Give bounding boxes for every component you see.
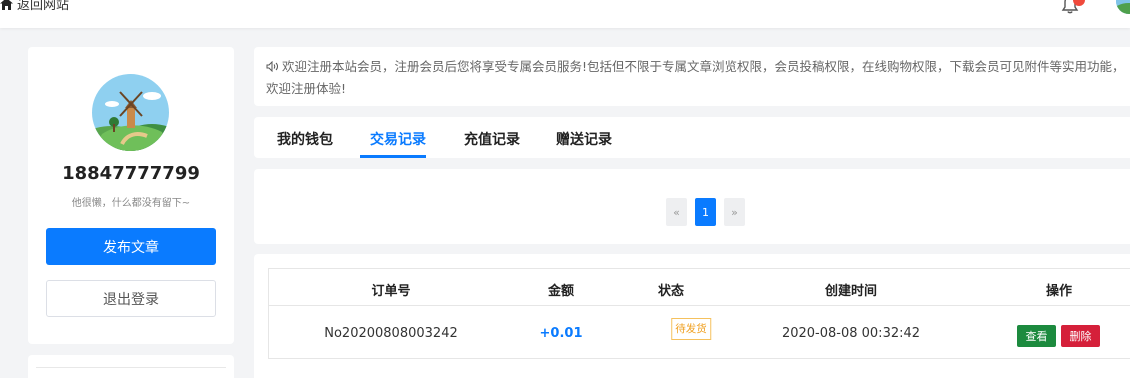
profile-bio: 他很懒，什么都没有留下~ <box>71 198 191 209</box>
speaker-icon <box>266 57 279 78</box>
delete-button[interactable]: 删除 <box>1061 325 1100 347</box>
status-badge: 待发货 <box>671 318 711 340</box>
notice-banner: 欢迎注册本站会员，注册会员后您将享受专属会员服务!包括但不限于专属文章浏览权限，… <box>254 47 1130 106</box>
tab-gifts[interactable]: 赠送记录 <box>556 129 612 149</box>
table-header-row: 订单号 金额 状态 创建时间 操作 <box>269 269 1130 306</box>
home-icon <box>0 0 13 10</box>
prev-page-button[interactable]: « <box>666 198 687 226</box>
back-to-site-link[interactable]: 返回网站 <box>0 0 69 13</box>
profile-card: 18847777799 他很懒，什么都没有留下~ 发布文章 退出登录 <box>28 47 234 344</box>
order-amount: +0.01 <box>539 326 583 341</box>
column-header-status: 状态 <box>657 284 685 299</box>
column-header-actions: 操作 <box>1045 284 1073 299</box>
order-created-time: 2020-08-08 00:32:42 <box>781 326 921 341</box>
column-header-amount: 金额 <box>547 284 575 299</box>
notice-text: 欢迎注册本站会员，注册会员后您将享受专属会员服务!包括但不限于专属文章浏览权限，… <box>266 59 1125 96</box>
back-to-site-label: 返回网站 <box>17 0 70 13</box>
column-header-order-no: 订单号 <box>371 284 411 299</box>
current-page-button[interactable]: 1 <box>695 198 716 226</box>
view-button[interactable]: 查看 <box>1017 325 1056 347</box>
column-header-created: 创建时间 <box>824 284 878 299</box>
user-avatar[interactable] <box>1116 0 1130 14</box>
profile-username: 18847777799 <box>62 163 200 184</box>
next-page-button[interactable]: » <box>724 198 745 226</box>
tab-bar: 我的钱包 交易记录 充值记录 赠送记录 <box>254 117 1130 158</box>
order-number: No20200808003242 <box>324 326 458 341</box>
table-row: No20200808003242 +0.01 待发货 2020-08-08 00… <box>269 306 1130 359</box>
top-bar: 返回网站 <box>0 0 1130 28</box>
tab-transactions[interactable]: 交易记录 <box>370 129 426 149</box>
publish-article-button[interactable]: 发布文章 <box>46 228 216 265</box>
tab-recharge[interactable]: 充值记录 <box>464 129 520 149</box>
transactions-table: 订单号 金额 状态 创建时间 操作 No20200808003242 +0.01… <box>268 268 1130 359</box>
profile-avatar <box>92 74 169 151</box>
active-tab-indicator <box>360 155 426 158</box>
divider <box>36 367 226 368</box>
transactions-card: 订单号 金额 状态 创建时间 操作 No20200808003242 +0.01… <box>254 254 1130 378</box>
logout-button[interactable]: 退出登录 <box>46 280 216 317</box>
sidebar-menu-card <box>28 355 234 378</box>
pagination-card: « 1 » <box>254 169 1130 244</box>
tab-wallet[interactable]: 我的钱包 <box>277 129 333 149</box>
